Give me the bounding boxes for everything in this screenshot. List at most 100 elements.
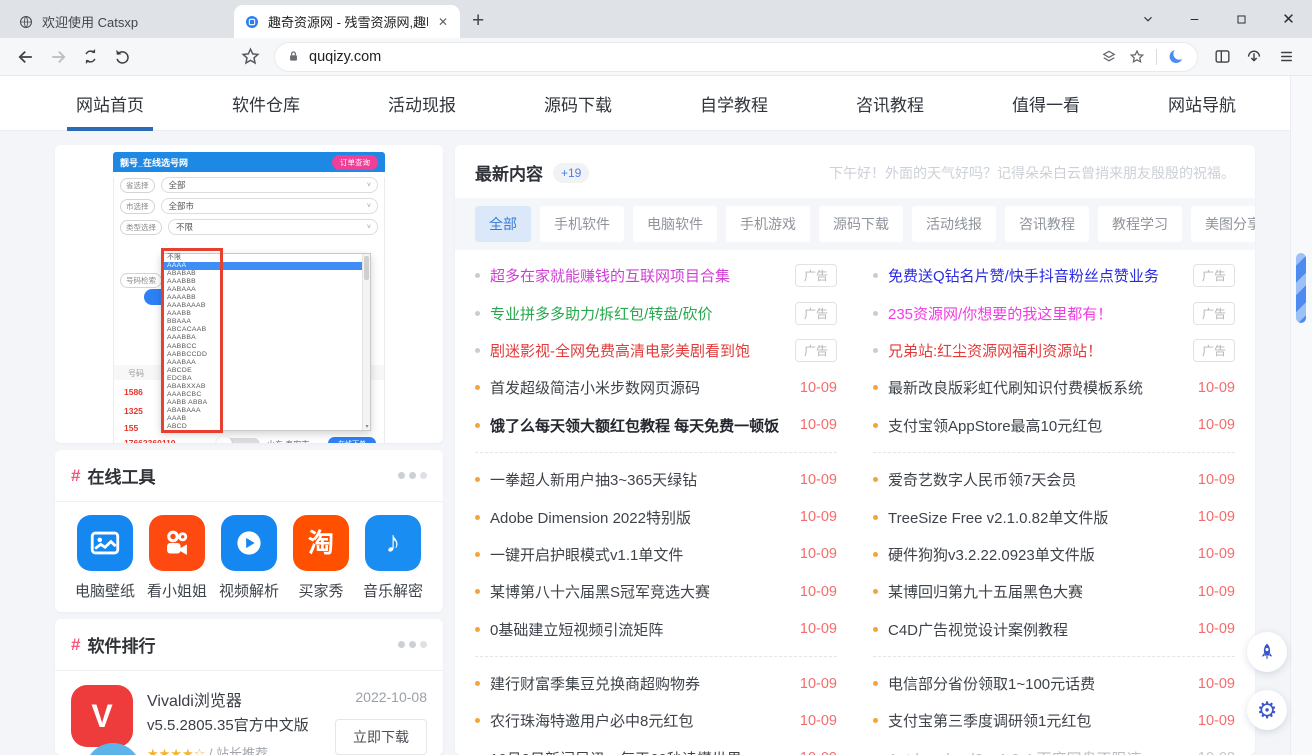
recommend-note: / 站长推荐 xyxy=(209,746,268,755)
list-item-link[interactable]: C4D广告视觉设计案例教程 xyxy=(888,619,1186,640)
list-item: 235资源网/你想要的我这里都有！ 广告 xyxy=(873,294,1235,331)
bullet-icon xyxy=(475,627,480,632)
list-item-link[interactable]: 农行珠海特邀用户必中8元红包 xyxy=(490,710,788,731)
list-item-link[interactable]: 剧迷影视-全网免费高清电影美剧看到饱 xyxy=(490,340,783,361)
filter-tab-6[interactable]: 咨讯教程 xyxy=(1005,206,1089,242)
download-now-button[interactable]: 立即下载 xyxy=(335,719,427,755)
split-view-icon[interactable] xyxy=(1206,41,1238,73)
tab-welcome[interactable]: 欢迎使用 Catsxp xyxy=(8,5,234,38)
bookmark-star-icon[interactable] xyxy=(1128,48,1146,66)
nav-item-3[interactable]: 源码下载 xyxy=(536,76,620,131)
nav-item-0[interactable]: 网站首页 xyxy=(68,76,152,131)
tool-label: 看小姐姐 xyxy=(147,580,207,601)
list-item-link[interactable]: 首发超级简洁小米步数网页源码 xyxy=(490,377,788,398)
bullet-icon xyxy=(873,515,878,520)
filter-tab-4[interactable]: 源码下载 xyxy=(819,206,903,242)
list-item-link[interactable]: 某博回归第九十五届黑色大赛 xyxy=(888,581,1186,602)
scrollbar-thumb[interactable] xyxy=(1296,253,1306,323)
dark-mode-moon-icon[interactable] xyxy=(1167,47,1186,66)
filter-tab-1[interactable]: 手机软件 xyxy=(540,206,624,242)
ad-badge: 广告 xyxy=(1193,302,1235,325)
filter-tab-2[interactable]: 电脑软件 xyxy=(633,206,717,242)
play-icon xyxy=(221,515,277,571)
list-item: 超多在家就能赚钱的互联网项目合集广告 xyxy=(475,257,837,294)
filter-tab-0[interactable]: 全部 xyxy=(475,206,531,242)
back-to-top-rocket-button[interactable] xyxy=(1247,632,1287,672)
tab-close-icon[interactable]: ✕ xyxy=(436,15,450,29)
undo-icon[interactable] xyxy=(106,41,138,73)
reload-icon[interactable] xyxy=(74,41,106,73)
order-now-button: 在线下单 xyxy=(328,437,376,443)
nav-item-1[interactable]: 软件仓库 xyxy=(224,76,308,131)
item-date: 10-09 xyxy=(800,417,837,433)
promo-screenshot-card[interactable]: 靓号_在线选号网 订单查询 省选择 全部˅ 市选择 全部市˅ xyxy=(55,145,443,443)
tool-video-parse[interactable]: 视频解析 xyxy=(217,515,281,601)
item-date: 10-09 xyxy=(1198,584,1235,600)
url-text[interactable]: quqizy.com xyxy=(309,49,1100,65)
list-item-link[interactable]: 兄弟站:红尘资源网福利资源站！ xyxy=(888,340,1181,361)
item-date: 10-09 xyxy=(1198,417,1235,433)
item-date: 10-09 xyxy=(1198,472,1235,488)
list-item-link[interactable]: 一拳超人新用户抽3~365天绿钻 xyxy=(490,469,788,490)
number-picker-screenshot: 靓号_在线选号网 订单查询 省选择 全部˅ 市选择 全部市˅ xyxy=(113,152,385,443)
nav-item-7[interactable]: 网站导航 xyxy=(1160,76,1244,131)
maximize-button[interactable] xyxy=(1218,0,1265,38)
tool-music-decrypt[interactable]: ♪音乐解密 xyxy=(361,515,425,601)
list-item-link[interactable]: Antdownload2_v1.0.4 百度网盘不限速 xyxy=(888,748,1186,755)
list-item-link[interactable]: 专业拼多多助力/拆红包/转盘/砍价 xyxy=(490,303,783,324)
list-item: 一拳超人新用户抽3~365天绿钻10-09 xyxy=(475,461,837,498)
list-item-link[interactable]: 某博第八十六届黑S冠军竞选大赛 xyxy=(490,581,788,602)
list-item-link[interactable]: 超多在家就能赚钱的互联网项目合集 xyxy=(490,265,783,286)
list-item-link[interactable]: 最新改良版彩虹代刷知识付费模板系统 xyxy=(888,377,1186,398)
back-icon[interactable] xyxy=(10,41,42,73)
list-item: 建行财富季集豆兑换商超购物券10-09 xyxy=(475,665,837,702)
list-item-link[interactable]: 0基础建立短视频引流矩阵 xyxy=(490,619,788,640)
tool-taobao-show[interactable]: 淘买家秀 xyxy=(289,515,353,601)
scrollbar-track[interactable] xyxy=(1290,76,1312,755)
more-dots-icon[interactable] xyxy=(398,472,427,479)
close-button[interactable]: ✕ xyxy=(1265,0,1312,38)
gear-icon: ⚙ xyxy=(1257,699,1278,722)
filter-bar: 全部手机软件电脑软件手机游戏源码下载活动线报咨讯教程教程学习美图分享 xyxy=(455,198,1255,250)
tool-wallpaper[interactable]: 电脑壁纸 xyxy=(73,515,137,601)
address-bar[interactable]: quqizy.com xyxy=(274,42,1198,72)
ad-badge: 广告 xyxy=(795,339,837,362)
settings-gear-button[interactable]: ⚙ xyxy=(1247,690,1287,730)
tab-search-chevron-icon[interactable] xyxy=(1124,0,1171,38)
new-tab-button[interactable]: + xyxy=(472,8,484,34)
nav-item-2[interactable]: 活动现报 xyxy=(380,76,464,131)
list-item-link[interactable]: 硬件狗狗v3.2.22.0923单文件版 xyxy=(888,544,1186,565)
layers-icon[interactable] xyxy=(1100,48,1118,66)
nav-item-5[interactable]: 咨讯教程 xyxy=(848,76,932,131)
nav-item-6[interactable]: 值得一看 xyxy=(1004,76,1088,131)
list-item-link[interactable]: 免费送Q钻名片赞/快手抖音粉丝点赞业务 xyxy=(888,265,1181,286)
more-dots-icon[interactable] xyxy=(398,641,427,648)
list-item-link[interactable]: 10月9日新闻早讯，每天60秒读懂世界 xyxy=(490,748,788,755)
download-icon[interactable] xyxy=(1238,41,1270,73)
lock-icon xyxy=(286,49,301,64)
list-item-link[interactable]: 支付宝第三季度调研领1元红包 xyxy=(888,710,1186,731)
filter-tab-7[interactable]: 教程学习 xyxy=(1098,206,1182,242)
list-item-link[interactable]: 235资源网/你想要的我这里都有！ xyxy=(888,303,1181,324)
menu-icon[interactable] xyxy=(1270,41,1302,73)
kuaishou-icon xyxy=(149,515,205,571)
minimize-button[interactable] xyxy=(1171,0,1218,38)
list-item-link[interactable]: 支付宝领AppStore最高10元红包 xyxy=(888,415,1186,436)
ad-badge: 广告 xyxy=(795,264,837,287)
list-item-link[interactable]: TreeSize Free v2.1.0.82单文件版 xyxy=(888,507,1186,528)
list-item-link[interactable]: 爱奇艺数字人民币领7天会员 xyxy=(888,469,1186,490)
filter-tab-3[interactable]: 手机游戏 xyxy=(726,206,810,242)
item-date: 10-09 xyxy=(1198,509,1235,525)
list-item-link[interactable]: Adobe Dimension 2022特别版 xyxy=(490,507,788,528)
speed-dial-star-icon[interactable] xyxy=(234,41,266,73)
forward-icon[interactable] xyxy=(42,41,74,73)
list-item-link[interactable]: 饿了么每天领大额红包教程 每天免费一顿饭 xyxy=(490,415,788,436)
list-item-link[interactable]: 电信部分省份领取1~100元话费 xyxy=(888,673,1186,694)
filter-tab-5[interactable]: 活动线报 xyxy=(912,206,996,242)
tab-quqizy[interactable]: 趣奇资源网 - 残雪资源网,趣味奇妙 ✕ xyxy=(234,5,460,38)
list-item-link[interactable]: 建行财富季集豆兑换商超购物券 xyxy=(490,673,788,694)
list-item-link[interactable]: 一键开启护眼模式v1.1单文件 xyxy=(490,544,788,565)
nav-item-4[interactable]: 自学教程 xyxy=(692,76,776,131)
tool-girls[interactable]: 看小姐姐 xyxy=(145,515,209,601)
filter-tab-8[interactable]: 美图分享 xyxy=(1191,206,1255,242)
